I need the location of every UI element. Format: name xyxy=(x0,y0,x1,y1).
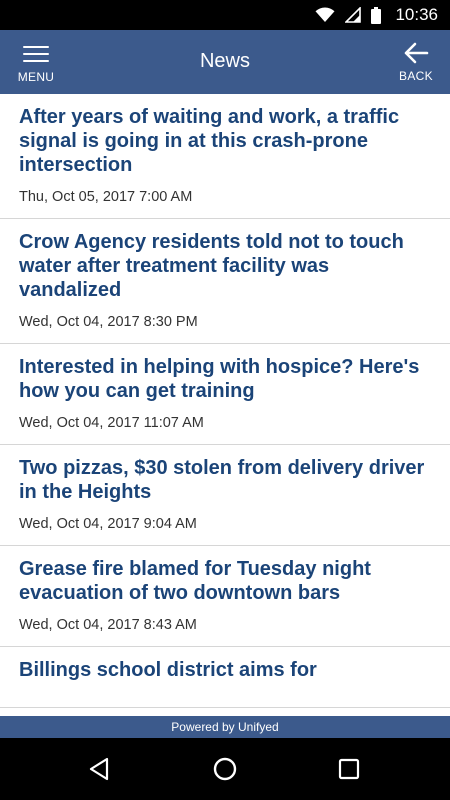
news-item[interactable]: Two pizzas, $30 stolen from delivery dri… xyxy=(0,445,450,546)
app-bar: MENU News BACK xyxy=(0,30,450,94)
news-date: Thu, Oct 05, 2017 7:00 AM xyxy=(19,189,193,205)
battery-icon xyxy=(371,6,382,24)
back-label: BACK xyxy=(399,69,433,83)
nav-home-button[interactable] xyxy=(210,754,240,784)
back-button[interactable]: BACK xyxy=(390,42,442,88)
news-item[interactable]: After years of waiting and work, a traff… xyxy=(0,94,450,219)
home-circle-icon xyxy=(213,757,237,781)
nav-recents-button[interactable] xyxy=(334,754,364,784)
news-date: Wed, Oct 04, 2017 8:43 AM xyxy=(19,617,197,633)
news-headline[interactable]: Grease fire blamed for Tuesday night eva… xyxy=(19,557,432,605)
system-nav-bar xyxy=(0,738,450,800)
news-date: Wed, Oct 04, 2017 8:30 PM xyxy=(19,314,198,330)
news-screen: 10:36 MENU News BACK After years of wait… xyxy=(0,0,450,800)
status-bar: 10:36 xyxy=(0,0,450,30)
nav-back-button[interactable] xyxy=(84,754,114,784)
news-date: Wed, Oct 04, 2017 9:04 AM xyxy=(19,516,197,532)
arrow-left-icon xyxy=(404,42,429,64)
wifi-icon xyxy=(315,7,335,23)
back-triangle-icon xyxy=(89,757,109,781)
news-headline[interactable]: Billings school district aims for xyxy=(19,658,432,682)
news-headline[interactable]: After years of waiting and work, a traff… xyxy=(19,105,432,177)
news-headline[interactable]: Crow Agency residents told not to touch … xyxy=(19,230,432,302)
news-item[interactable]: Billings school district aims for xyxy=(0,647,450,708)
news-item[interactable]: Interested in helping with hospice? Here… xyxy=(0,344,450,445)
news-item[interactable]: Crow Agency residents told not to touch … xyxy=(0,219,450,344)
news-item[interactable]: Grease fire blamed for Tuesday night eva… xyxy=(0,546,450,647)
news-date: Wed, Oct 04, 2017 11:07 AM xyxy=(19,415,204,431)
news-list[interactable]: After years of waiting and work, a traff… xyxy=(0,94,450,716)
status-time: 10:36 xyxy=(395,5,438,24)
signal-icon xyxy=(345,7,362,23)
news-headline[interactable]: Two pizzas, $30 stolen from delivery dri… xyxy=(19,456,432,504)
status-icons: 10:36 xyxy=(315,0,438,30)
powered-by-footer: Powered by Unifyed xyxy=(0,716,450,738)
news-headline[interactable]: Interested in helping with hospice? Here… xyxy=(19,355,432,403)
recents-square-icon xyxy=(338,758,360,780)
page-title: News xyxy=(199,50,250,72)
